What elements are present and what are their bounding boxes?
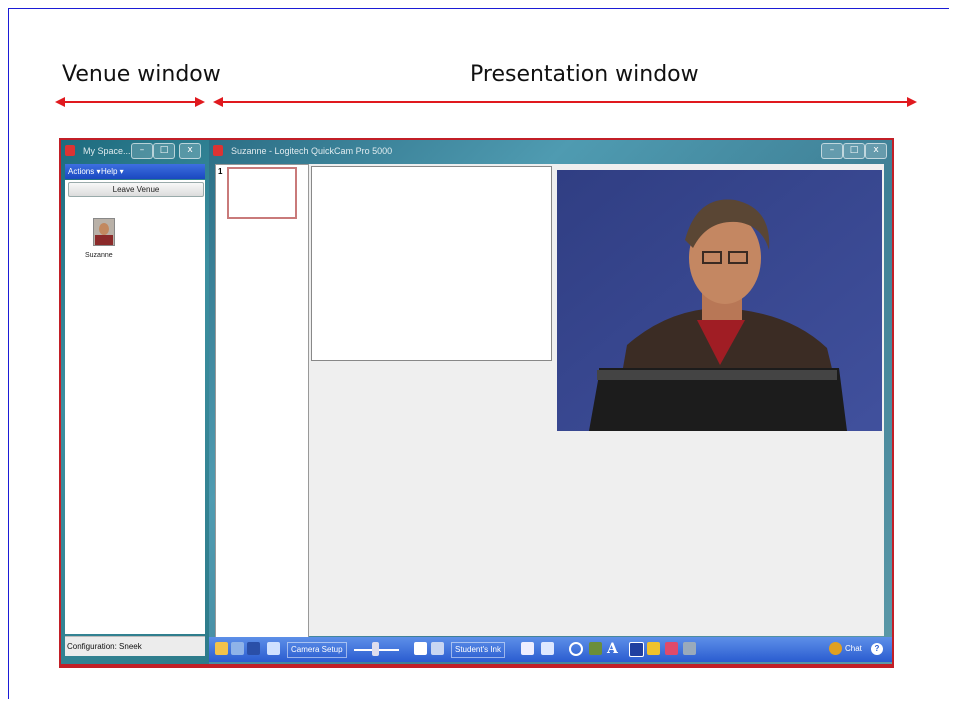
presentation-window-title: Suzanne - Logitech QuickCam Pro 5000 xyxy=(231,146,393,156)
print-icon[interactable] xyxy=(231,642,244,655)
menu-actions[interactable]: Actions ▾ xyxy=(68,167,100,176)
slide-number: 1 xyxy=(218,167,223,176)
app-logo-icon xyxy=(65,145,75,156)
app-logo-icon xyxy=(213,145,223,156)
slide-thumbnails: 1 xyxy=(215,164,309,638)
leave-venue-button[interactable]: Leave Venue xyxy=(68,182,204,197)
camera-setup-button[interactable]: Camera Setup xyxy=(287,642,347,658)
circle-tool-icon[interactable] xyxy=(569,642,583,656)
pointer-icon[interactable] xyxy=(431,642,444,655)
image-icon[interactable] xyxy=(589,642,602,655)
close-button[interactable]: x xyxy=(865,143,887,159)
students-ink-button[interactable]: Student's Ink xyxy=(451,642,505,658)
close-button[interactable]: x xyxy=(179,143,201,159)
participant-name[interactable]: Suzanne xyxy=(85,252,113,259)
venue-window-title: My Space... xyxy=(83,146,131,156)
maximize-button[interactable]: □ xyxy=(843,143,865,159)
chat-button[interactable]: Chat xyxy=(845,642,862,656)
pen-tool-icon[interactable] xyxy=(629,642,644,657)
venue-width-arrow xyxy=(55,97,205,107)
save-icon[interactable] xyxy=(247,642,260,655)
participant-avatar[interactable] xyxy=(93,218,115,246)
configuration-status: Configuration: Sneek xyxy=(65,636,205,656)
scissors-icon[interactable] xyxy=(683,642,696,655)
presenter-video-image xyxy=(557,170,882,431)
venue-menubar: Actions ▾ Help ▾ xyxy=(65,164,205,179)
highlighter-icon[interactable] xyxy=(647,642,660,655)
screenshot: My Space... – □ x Actions ▾ Help ▾ Leave… xyxy=(59,138,894,668)
venue-titlebar[interactable]: My Space... – □ x xyxy=(61,140,209,162)
open-folder-icon[interactable] xyxy=(215,642,228,655)
participants-pane: Leave Venue Suzanne xyxy=(65,180,205,634)
presentation-canvas[interactable] xyxy=(309,164,884,636)
slider-thumb[interactable] xyxy=(372,642,379,656)
slide-thumbnail[interactable] xyxy=(227,167,297,219)
text-tool-icon[interactable]: A xyxy=(607,642,618,656)
undo-icon[interactable] xyxy=(267,642,280,655)
minimize-button[interactable]: – xyxy=(131,143,153,159)
venue-window-caption: Venue window xyxy=(62,62,221,87)
presentation-window[interactable]: Suzanne - Logitech QuickCam Pro 5000 – □… xyxy=(209,140,892,664)
blank-slide-icon[interactable] xyxy=(414,642,427,655)
venue-window[interactable]: My Space... – □ x Actions ▾ Help ▾ Leave… xyxy=(61,140,209,664)
presentation-titlebar[interactable]: Suzanne - Logitech QuickCam Pro 5000 – □… xyxy=(209,140,892,162)
copy-slide-icon[interactable] xyxy=(521,642,534,655)
video-feed[interactable] xyxy=(557,170,882,431)
help-icon[interactable]: ? xyxy=(871,643,883,655)
presentation-toolbar: Camera Setup Student's Ink A Chat ? xyxy=(209,637,892,662)
presentation-width-arrow xyxy=(213,97,917,107)
maximize-button[interactable]: □ xyxy=(153,143,175,159)
layout-dropdown-icon[interactable] xyxy=(541,642,554,655)
minimize-button[interactable]: – xyxy=(821,143,843,159)
presentation-window-caption: Presentation window xyxy=(470,62,699,87)
current-slide[interactable] xyxy=(311,166,552,361)
menu-help[interactable]: Help ▾ xyxy=(101,167,124,176)
eraser-icon[interactable] xyxy=(665,642,678,655)
chat-icon[interactable] xyxy=(829,642,842,655)
